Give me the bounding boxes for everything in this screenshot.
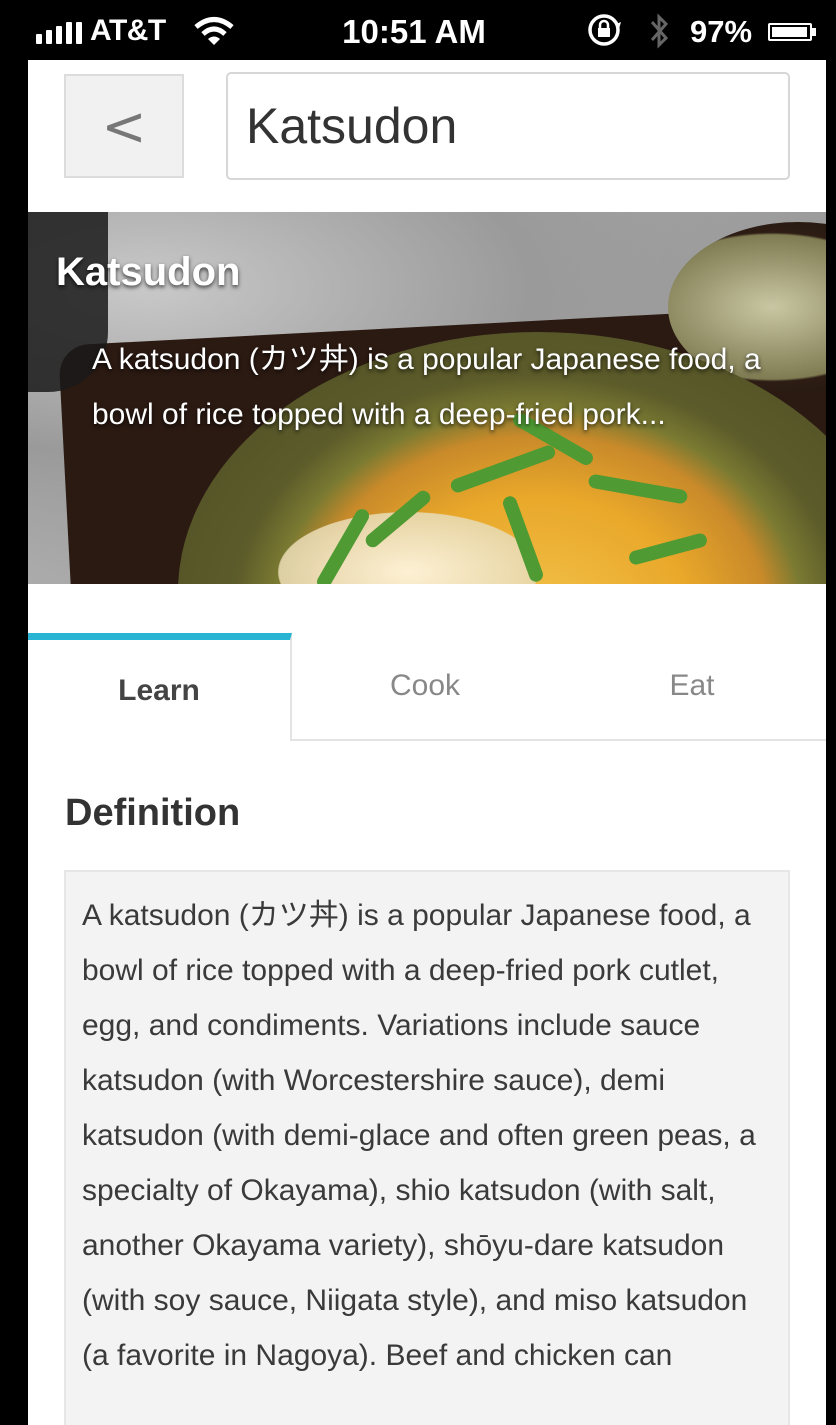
search-input[interactable] — [226, 72, 790, 180]
status-bar: AT&T 10:51 AM 97% — [0, 0, 836, 60]
back-button[interactable]: < — [64, 74, 184, 178]
bluetooth-icon — [650, 13, 669, 49]
hero-description: A katsudon (カツ丼) is a popular Japanese f… — [92, 343, 761, 431]
device-bezel-right — [826, 0, 836, 1425]
app-screen: AT&T 10:51 AM 97% < Katsudon Katsudon A … — [0, 0, 836, 1425]
tab-bar: Learn Cook Eat — [28, 633, 826, 741]
tab-eat[interactable]: Eat — [558, 633, 826, 741]
battery-tip — [812, 28, 816, 36]
battery-percent: 97% — [690, 14, 753, 49]
definition-box: A katsudon (カツ丼) is a popular Japanese f… — [64, 870, 790, 1425]
section-title: Definition — [65, 792, 241, 834]
hero-title: Katsudon — [56, 250, 241, 294]
battery-icon — [768, 23, 812, 41]
definition-text: A katsudon (カツ丼) is a popular Japanese f… — [82, 899, 756, 1372]
tab-cook[interactable]: Cook — [292, 633, 558, 741]
app-header: < — [28, 60, 826, 214]
rotation-lock-icon — [588, 14, 621, 46]
tab-learn[interactable]: Learn — [28, 633, 292, 741]
device-bezel-left — [0, 0, 28, 1425]
hero-banner: Katsudon A katsudon (カツ丼) is a popular J… — [28, 212, 826, 584]
